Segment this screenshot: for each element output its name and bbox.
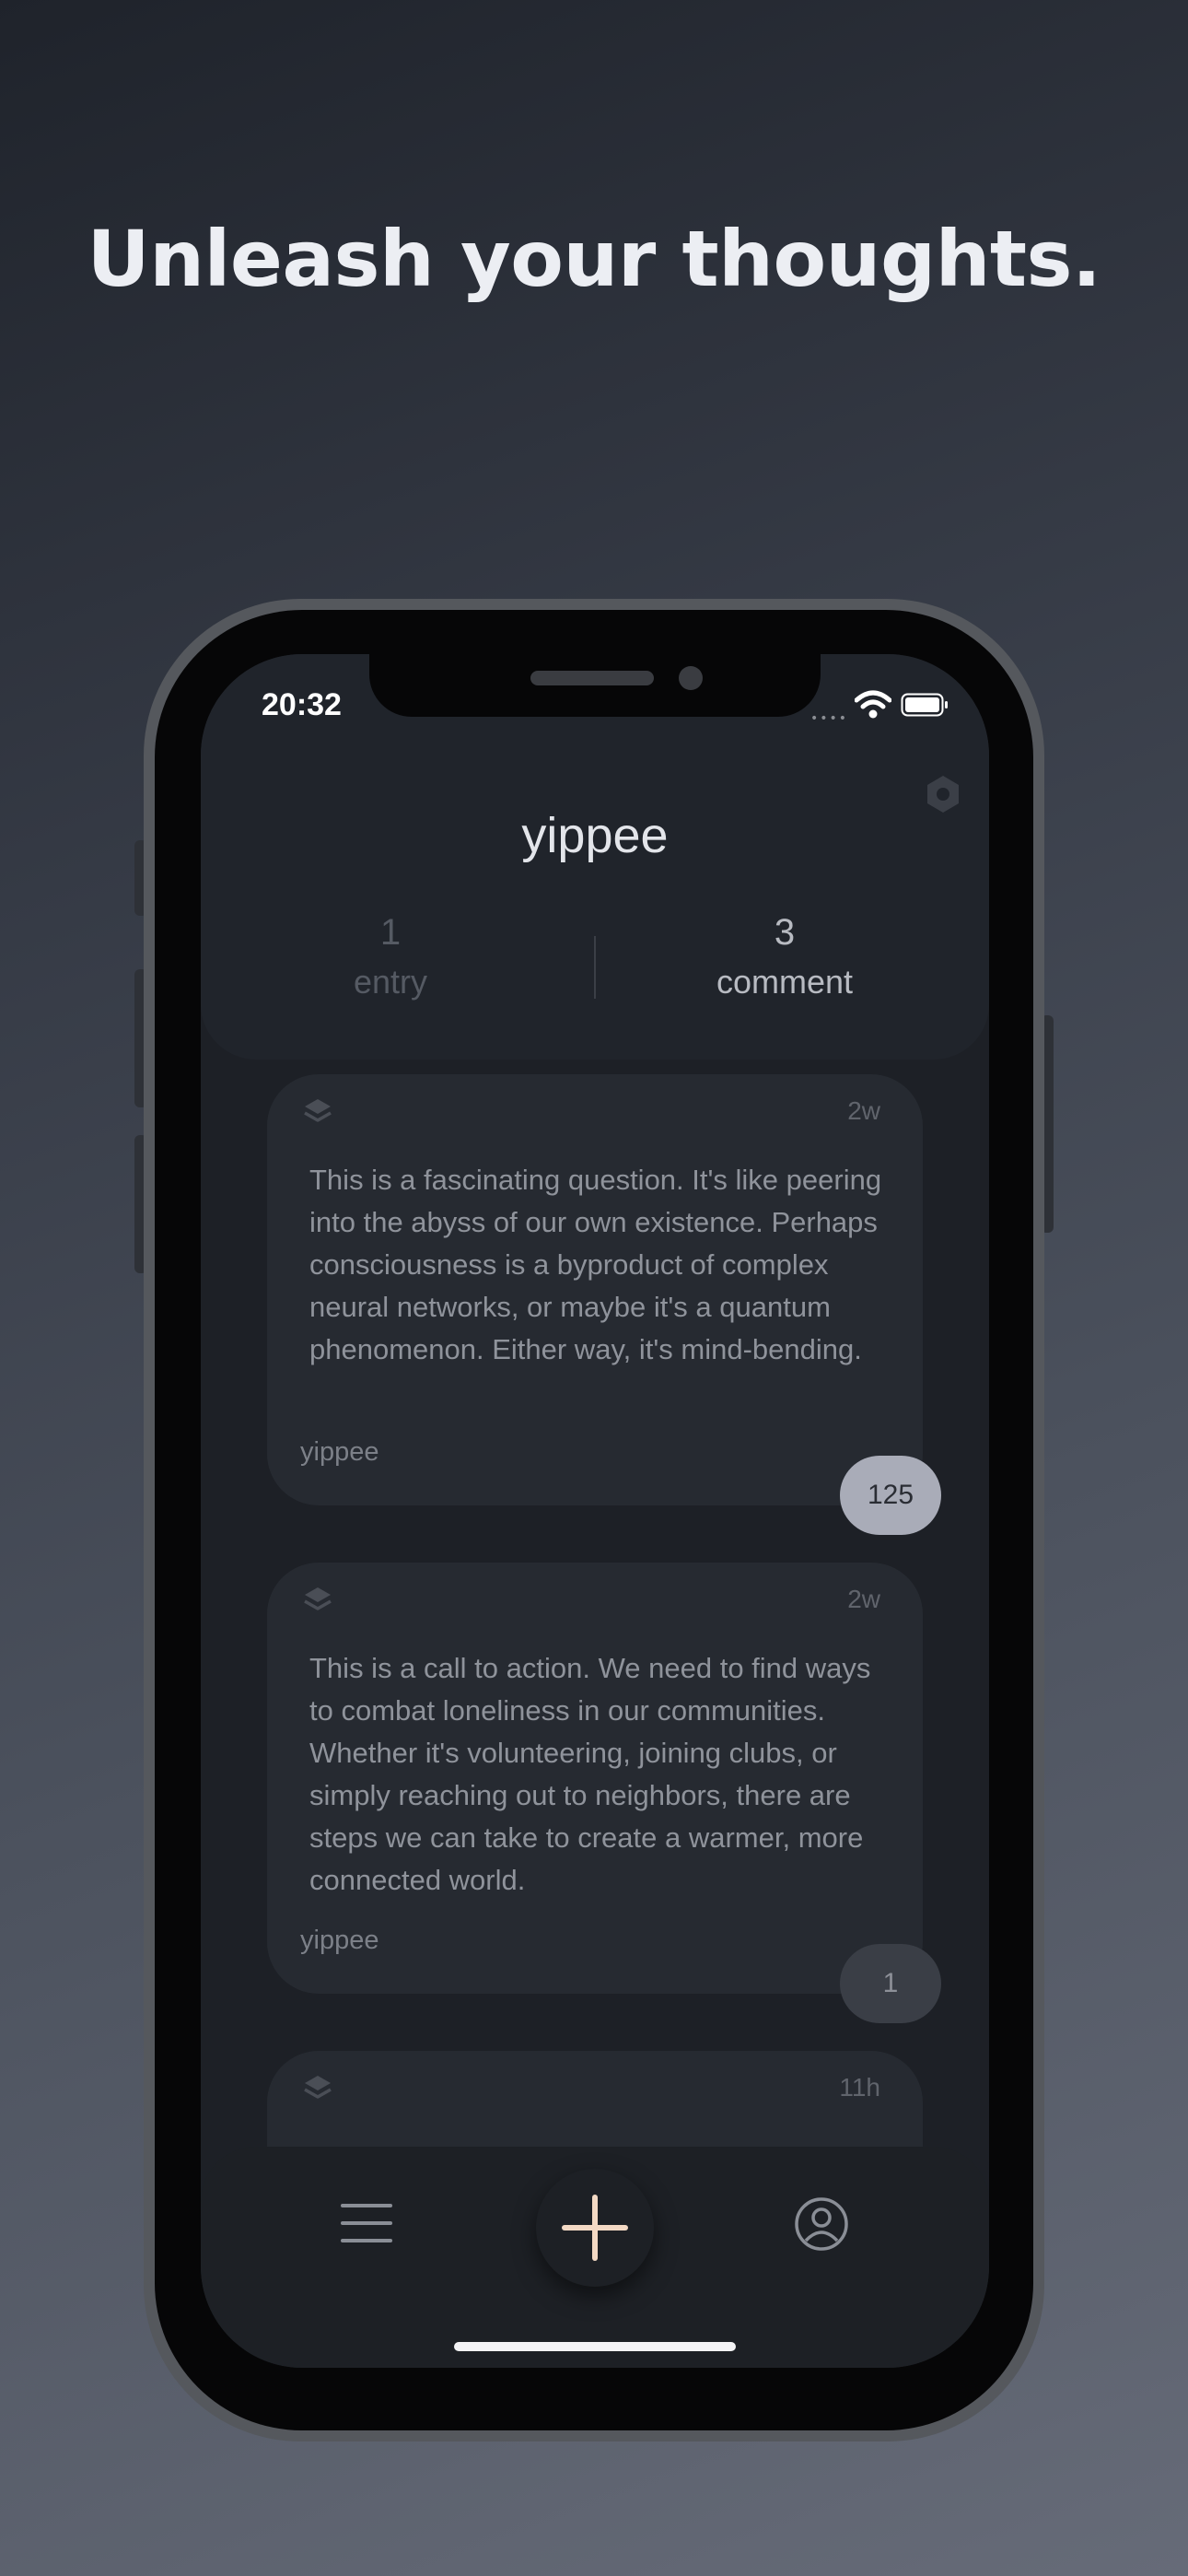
layers-icon [304,2076,332,2099]
stat-comments-value: 3 [774,912,796,953]
stat-entries[interactable]: 1 entry [243,912,538,1001]
post-time: 11h [839,2073,880,2102]
wifi-icon [855,690,891,719]
notch [369,654,821,717]
post-card[interactable]: 2w This is a fascinating question. It's … [267,1074,941,1535]
profile-username: yippee [521,808,669,863]
layers-icon [304,1587,332,1610]
post-author[interactable]: yippee [300,1926,379,1956]
stat-divider [594,936,596,999]
stat-entries-label: entry [353,963,428,1001]
post-time: 2w [847,1585,880,1613]
stat-comments-label: comment [716,963,854,1001]
bottom-navigation [201,2147,989,2368]
status-time: 20:32 [262,687,342,722]
post-text: This is a fascinating question. It's lik… [309,1164,882,1365]
post-text: This is a call to action. We need to fin… [309,1652,871,1896]
add-entry-button[interactable] [536,2169,654,2287]
post-time: 2w [847,1096,880,1125]
comment-count-badge[interactable]: 125 [840,1456,941,1535]
stat-comments[interactable]: 3 comment [637,912,932,1001]
home-indicator[interactable] [454,2342,736,2351]
menu-icon[interactable] [339,2200,394,2246]
headline: Unleash your thoughts. [87,214,1101,304]
plus-icon [562,2195,628,2261]
profile-icon[interactable] [794,2196,849,2252]
post-card[interactable]: 2w This is a call to action. We need to … [267,1563,941,2023]
post-author[interactable]: yippee [300,1437,379,1468]
phone-screen: 20:32 •••• yippee 1 entry 3 comment 2w T… [201,654,989,2368]
signal-icon: •••• [810,711,849,726]
comment-count-badge[interactable]: 1 [840,1944,941,2023]
stat-entries-value: 1 [379,912,402,953]
speaker-grille [530,671,654,685]
layers-icon [304,1099,332,1122]
front-camera [679,666,703,690]
battery-icon [901,693,948,717]
